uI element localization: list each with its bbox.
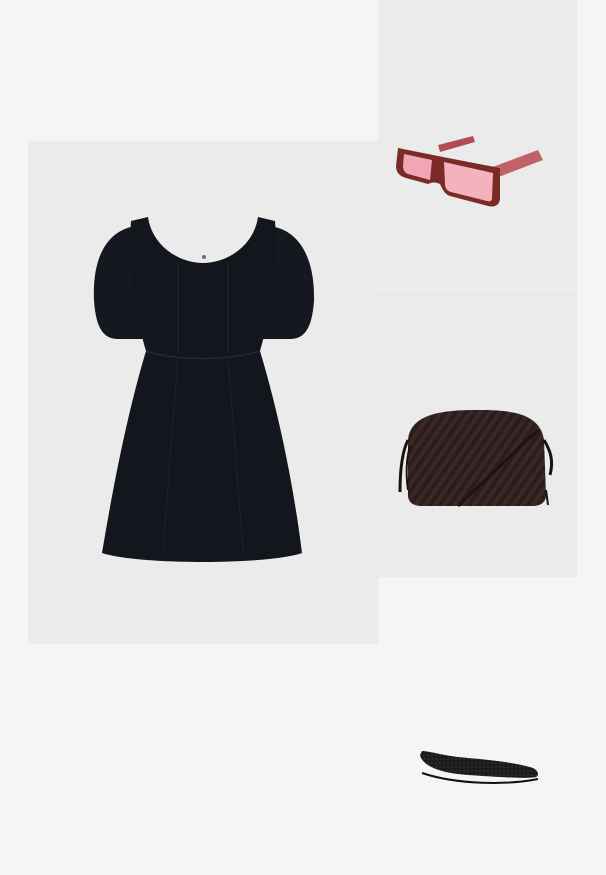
dress-product-card[interactable]: [28, 141, 378, 644]
sunglasses-product-card[interactable]: [378, 0, 577, 289]
woven-ballet-flat-icon: [378, 577, 577, 875]
black-dress-icon: [28, 141, 378, 644]
sunglasses-card-background: [378, 0, 577, 289]
shoe-product-card[interactable]: [378, 577, 577, 875]
pink-sunglasses-icon: [378, 0, 577, 289]
woven-crossbody-bag-icon: [378, 290, 577, 577]
neckline-button: [202, 255, 206, 259]
shoe-card-background: [378, 577, 577, 875]
bag-product-card[interactable]: [378, 290, 577, 577]
bag-body: [408, 410, 546, 506]
